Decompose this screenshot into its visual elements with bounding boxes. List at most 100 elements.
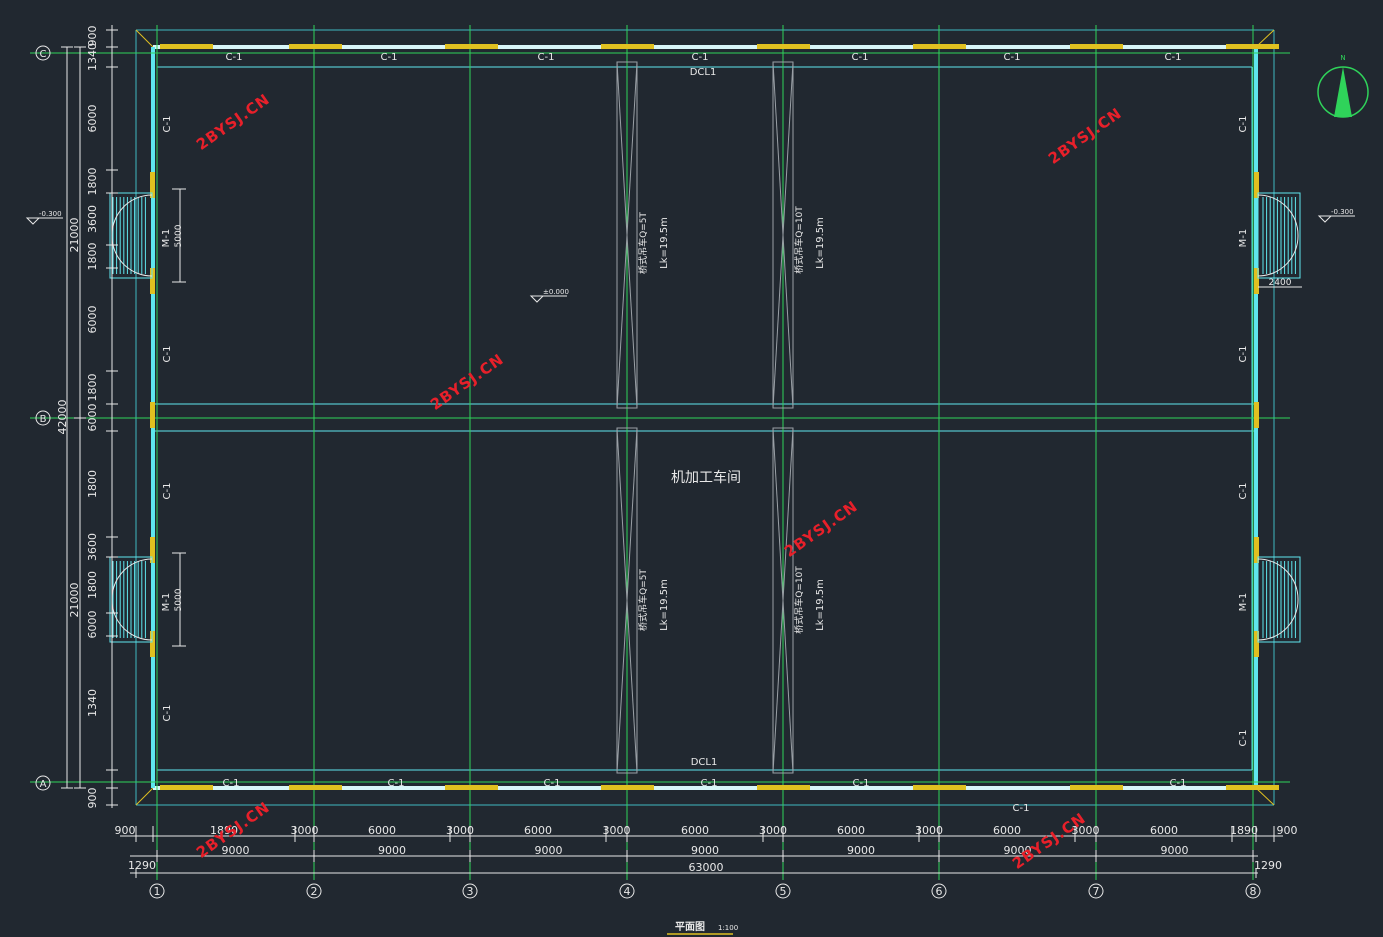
window-label: C-1 [223, 778, 240, 789]
window-top [445, 44, 498, 49]
axis-label: A [40, 779, 47, 790]
window-label: C-1 [1238, 483, 1249, 500]
axis-label: 4 [624, 885, 631, 898]
watermark: 2BYSJ.CN [1009, 809, 1089, 873]
window-label: C-1 [692, 52, 709, 63]
window-label: C-1 [1170, 778, 1187, 789]
crane-label: 桥式吊车Q=10T [793, 206, 805, 274]
floor-plan-drawing: C-1 C-1 C-1 C-1 C-1 C-1 C-1 C-1 C-1 C-1 C-1 C-1 C-1 C… [25, 25, 1369, 935]
dim-label: 1890 [1230, 824, 1258, 837]
dim-label: 6000 [524, 824, 552, 837]
axis-label: B [40, 414, 47, 425]
door-swing [111, 598, 153, 641]
dim-label: 9000 [1161, 844, 1189, 857]
dim-label: 3600 [86, 205, 99, 233]
dim-label: 3000 [446, 824, 474, 837]
dim-label: 6000 [1150, 824, 1178, 837]
elevation-inside: ±0.000 [543, 288, 569, 296]
axis-label: 2 [311, 885, 318, 898]
drawing-scale: 1:100 [718, 924, 738, 932]
window-label: C-1 [226, 52, 243, 63]
crane-span-label: Lk=19.5m [815, 579, 826, 631]
north-label: N [1340, 54, 1345, 62]
window-label: C-1 [852, 52, 869, 63]
window-label: C-1 [853, 778, 870, 789]
watermark: 2BYSJ.CN [1045, 104, 1125, 168]
window-bottom [601, 785, 654, 790]
wall-opening [150, 402, 155, 428]
dim-label: 3600 [86, 533, 99, 561]
dim-label: 3000 [915, 824, 943, 837]
window-label: C-1 [1238, 730, 1249, 747]
axis-label: 6 [936, 885, 943, 898]
dim-label: 3000 [291, 824, 319, 837]
dim-label: 1800 [86, 470, 99, 498]
window-label: C-1 [162, 705, 173, 722]
window-label: C-1 [162, 116, 173, 133]
north-arrow [1334, 67, 1352, 117]
window-label: C-1 [1013, 803, 1030, 814]
window-label: C-1 [388, 778, 405, 789]
door-ramp [1257, 192, 1301, 279]
dim-label: 9000 [535, 844, 563, 857]
crane-label: 桥式吊车Q=5T [637, 212, 649, 274]
window-bottom [757, 785, 810, 790]
dim-label: 6000 [86, 105, 99, 133]
door-label: M-1 [161, 593, 172, 612]
dim-label: 6000 [86, 306, 99, 334]
window-label: C-1 [538, 52, 555, 63]
corner-mark [135, 787, 154, 806]
axis-label: 8 [1250, 885, 1257, 898]
wall-opening [1254, 402, 1259, 428]
dim-label: 6000 [86, 404, 99, 432]
axis-label: 5 [780, 885, 787, 898]
dim-label: 9000 [847, 844, 875, 857]
dim-label: 1340 [86, 43, 99, 71]
window-top [601, 44, 654, 49]
door-label: M-1 [161, 229, 172, 248]
window-bottom [913, 785, 966, 790]
beam-label: DCL1 [691, 757, 718, 768]
ramp-dim-label: 2400 [1269, 278, 1292, 288]
dim-label: 900 [1277, 824, 1298, 837]
dim-label: 21000 [68, 583, 81, 618]
watermark: 2BYSJ.CN [193, 90, 273, 154]
dim-label: 9000 [378, 844, 406, 857]
crane-span-label: Lk=19.5m [659, 217, 670, 269]
window-label: C-1 [1238, 116, 1249, 133]
crane-label: 桥式吊车Q=5T [637, 569, 649, 631]
elevation-outside: -0.300 [1331, 208, 1354, 216]
dim-label: 1800 [86, 571, 99, 599]
door-ramp [1257, 556, 1301, 643]
window-bottom [1070, 785, 1123, 790]
window-top [913, 44, 966, 49]
window-label: C-1 [544, 778, 561, 789]
dim-label: 6000 [681, 824, 709, 837]
window-top [289, 44, 342, 49]
dim-label: 6000 [86, 611, 99, 639]
elevation-outside: -0.300 [39, 210, 62, 218]
window-top [160, 44, 213, 49]
window-bottom [160, 785, 213, 790]
dim-label: 6000 [368, 824, 396, 837]
crane-span-label: Lk=19.5m [815, 217, 826, 269]
door-swing [111, 558, 153, 600]
dim-label: 9000 [691, 844, 719, 857]
corner-mark [1255, 787, 1275, 806]
window-label: C-1 [1165, 52, 1182, 63]
corner-mark [135, 29, 154, 48]
window-label: C-1 [162, 483, 173, 500]
window-bottom [1226, 785, 1279, 790]
dim-label: 1800 [86, 168, 99, 196]
elevation-mark [25, 217, 41, 225]
door-label: M-1 [1238, 229, 1249, 248]
door-label: M-1 [1238, 593, 1249, 612]
watermarks: 2BYSJ.CN 2BYSJ.CN2BYSJ.CN2BYSJ.CN2BYSJ.CN… [193, 90, 1125, 873]
room-name: 机加工车间 [671, 469, 741, 486]
dim-total-label: 42000 [56, 400, 69, 435]
axis-label: 7 [1093, 885, 1100, 898]
window-bottom [445, 785, 498, 790]
dim-label: 900 [86, 788, 99, 809]
window-bottom [289, 785, 342, 790]
elevation-mark [1317, 215, 1333, 223]
